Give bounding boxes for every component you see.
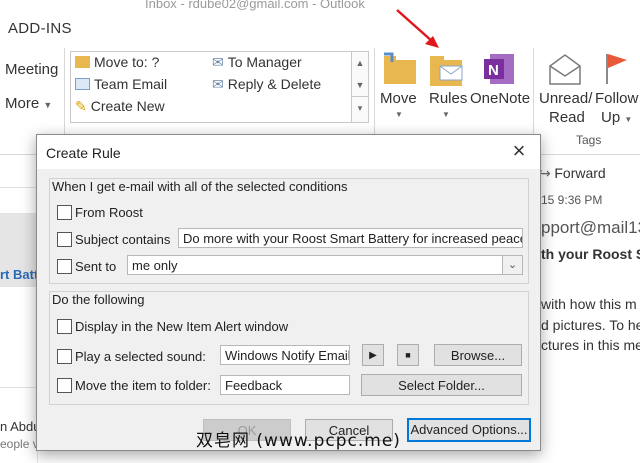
message-list-pane: rt Batt n Abdu eople v bbox=[0, 155, 41, 463]
quick-step-team-email[interactable]: Team Email bbox=[75, 76, 167, 92]
message-subject: th your Roost S bbox=[541, 246, 640, 262]
up-text: Up bbox=[601, 109, 621, 126]
divider bbox=[0, 387, 37, 388]
quick-step-label: To Manager bbox=[227, 54, 302, 70]
advanced-options-button[interactable]: Advanced Options... bbox=[407, 418, 531, 442]
stop-icon[interactable]: ■ bbox=[397, 344, 419, 366]
forward-button[interactable]: ↪ Forward bbox=[539, 165, 606, 182]
sent-to-value: me only bbox=[132, 258, 178, 273]
group-divider bbox=[64, 48, 65, 148]
quick-step-to-manager[interactable]: ✉ To Manager bbox=[212, 54, 302, 71]
chevron-down-icon: ▼ bbox=[442, 110, 450, 119]
select-folder-button[interactable]: Select Folder... bbox=[361, 374, 522, 396]
up-label: Up ▼ bbox=[601, 109, 632, 126]
display-alert-label: Display in the New Item Alert window bbox=[75, 319, 289, 334]
subject-input[interactable]: Do more with your Roost Smart Battery fo… bbox=[178, 228, 523, 248]
actions-header: Do the following bbox=[52, 292, 145, 307]
tags-group-label: Tags bbox=[576, 133, 602, 147]
chevron-down-icon: ▼ bbox=[43, 100, 53, 110]
from-checkbox[interactable] bbox=[57, 205, 72, 220]
sent-to-select[interactable]: me only ⌄ bbox=[127, 255, 523, 275]
quick-step-label: Create New bbox=[90, 98, 165, 114]
expand-gallery-icon[interactable]: ▾ bbox=[352, 96, 368, 119]
rules-label: Rules bbox=[429, 90, 468, 107]
rules-button[interactable]: Rules ▼ bbox=[427, 50, 467, 128]
reply-icon: ✉ bbox=[212, 76, 224, 92]
quick-steps-gallery: Move to: ? Team Email ✎ Create New ✉ To Ma… bbox=[70, 51, 369, 123]
play-sound-label: Play a selected sound: bbox=[75, 349, 206, 364]
watermark: 双皂网 (www.pcpc.me) bbox=[196, 431, 401, 451]
envelope-icon bbox=[549, 54, 581, 85]
unread-label: Unread/ bbox=[539, 90, 593, 107]
dialog-titlebar: Create Rule × bbox=[37, 135, 540, 169]
browse-button[interactable]: Browse... bbox=[434, 344, 522, 366]
forward-mail-icon: ✉ bbox=[212, 54, 224, 70]
move-label: Move bbox=[380, 90, 417, 107]
play-sound-checkbox[interactable] bbox=[57, 349, 72, 364]
chevron-down-icon[interactable]: ⌄ bbox=[502, 256, 522, 274]
team-icon bbox=[75, 78, 90, 90]
folder-icon bbox=[75, 56, 90, 68]
forward-label: Forward bbox=[554, 165, 606, 181]
move-folder-checkbox[interactable] bbox=[57, 378, 72, 393]
sent-to-label: Sent to bbox=[75, 259, 117, 274]
quick-step-reply-delete[interactable]: ✉ Reply & Delete bbox=[212, 76, 321, 93]
follow-label: Follow bbox=[595, 90, 639, 107]
quick-step-label: Move to: ? bbox=[94, 54, 160, 70]
message-snippet: rt Batt bbox=[0, 267, 39, 282]
more-button[interactable]: More ▼ bbox=[5, 95, 52, 112]
onenote-button[interactable]: N OneNote bbox=[470, 50, 530, 120]
rules-icon bbox=[430, 56, 463, 86]
message-preview: eople v bbox=[0, 437, 39, 451]
follow-up-button[interactable]: Follow Up ▼ bbox=[593, 50, 640, 130]
subject-label: Subject contains bbox=[75, 232, 171, 247]
message-body-line: d pictures. To he bbox=[541, 317, 640, 333]
scroll-down-icon[interactable]: ▼ bbox=[352, 74, 368, 96]
message-time: 15 9:36 PM bbox=[541, 193, 603, 207]
move-button[interactable]: Move ▼ bbox=[378, 50, 423, 128]
svg-text:N: N bbox=[488, 62, 499, 79]
close-icon[interactable]: × bbox=[508, 140, 530, 163]
create-rule-dialog: Create Rule × When I get e-mail with all… bbox=[36, 134, 541, 451]
dialog-title: Create Rule bbox=[46, 145, 121, 161]
chevron-down-icon: ▼ bbox=[395, 110, 403, 119]
flag-icon bbox=[606, 54, 627, 84]
quick-step-label: Team Email bbox=[94, 76, 168, 92]
meeting-button[interactable]: Meeting bbox=[5, 61, 58, 78]
conditions-header: When I get e-mail with all of the select… bbox=[52, 179, 348, 194]
folder-input[interactable]: Feedback bbox=[220, 375, 350, 395]
sound-input[interactable]: Windows Notify Email. bbox=[220, 345, 350, 365]
red-arrow-annotation bbox=[396, 9, 439, 48]
more-label: More bbox=[5, 95, 40, 112]
group-divider bbox=[374, 48, 375, 148]
search-strip bbox=[0, 167, 37, 188]
from-label: From Roost bbox=[75, 205, 143, 220]
tab-add-ins[interactable]: ADD-INS bbox=[8, 20, 72, 37]
read-label: Read bbox=[549, 109, 585, 126]
scroll-up-icon[interactable]: ▲ bbox=[352, 52, 368, 74]
chevron-down-icon: ▼ bbox=[624, 115, 633, 124]
message-body-line: ctures in this me bbox=[541, 337, 640, 353]
window-title: Inbox - rdube02@gmail.com - Outlook bbox=[145, 0, 365, 11]
subject-checkbox[interactable] bbox=[57, 232, 72, 247]
move-folder-label: Move the item to folder: bbox=[75, 378, 211, 393]
quick-step-create-new[interactable]: ✎ Create New bbox=[75, 98, 165, 115]
sent-to-checkbox[interactable] bbox=[57, 259, 72, 274]
quick-step-move-to[interactable]: Move to: ? bbox=[75, 54, 159, 70]
onenote-icon: N bbox=[484, 54, 514, 84]
star-icon: ✎ bbox=[75, 98, 87, 114]
group-divider bbox=[533, 48, 534, 148]
quick-step-label: Reply & Delete bbox=[227, 76, 322, 92]
message-sender: n Abdu bbox=[0, 419, 41, 434]
onenote-label: OneNote bbox=[470, 90, 531, 107]
move-folder-icon bbox=[384, 52, 416, 84]
message-body-line: with how this m bbox=[541, 296, 637, 312]
unread-read-button[interactable]: Unread/ Read bbox=[537, 50, 593, 130]
message-sender-address: pport@mail13 bbox=[541, 218, 640, 237]
display-alert-checkbox[interactable] bbox=[57, 319, 72, 334]
play-icon[interactable]: ▶ bbox=[362, 344, 384, 366]
quick-steps-scroller: ▲ ▼ ▾ bbox=[351, 52, 368, 122]
